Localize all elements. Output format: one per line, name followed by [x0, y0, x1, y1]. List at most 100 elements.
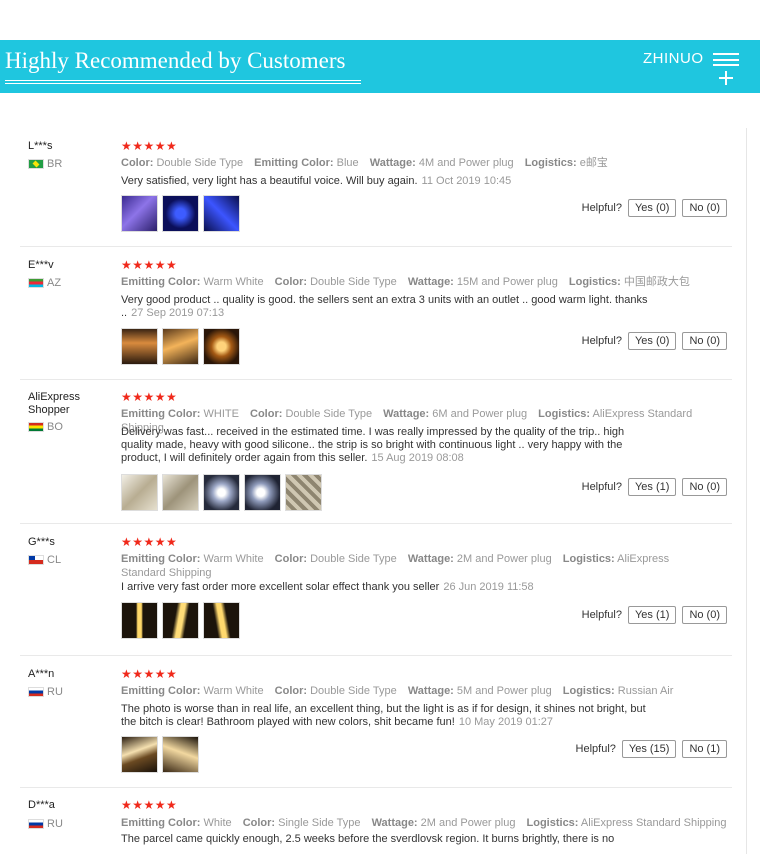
attr-label: Color:: [121, 157, 154, 169]
review-attributes: Emitting Color: Warm White Color: Double…: [121, 552, 711, 580]
attr-value: White: [203, 817, 232, 829]
plus-icon[interactable]: [719, 71, 733, 85]
attr-label: Logistics:: [562, 685, 615, 697]
flag-icon: [28, 555, 44, 565]
attr-value: Warm White: [203, 685, 264, 697]
review-attributes: Emitting Color: White Color: Single Side…: [121, 816, 731, 830]
review-photo[interactable]: [121, 474, 158, 511]
review-photo[interactable]: [203, 474, 240, 511]
review-photo[interactable]: [121, 602, 158, 639]
review-photos: [121, 195, 240, 232]
attr-label: Color:: [250, 408, 283, 420]
helpful-controls: Helpful? Yes (0) No (0): [582, 332, 727, 350]
review-photo[interactable]: [162, 195, 199, 232]
review-attributes: Emitting Color: Warm White Color: Double…: [121, 684, 731, 698]
attr-label: Emitting Color:: [121, 276, 201, 288]
review-photo[interactable]: [162, 474, 199, 511]
yes-vote-button[interactable]: Yes (1): [627, 606, 677, 624]
review-photo[interactable]: [121, 195, 158, 232]
flag-icon: [28, 159, 44, 169]
review-text: The parcel came quickly enough, 2.5 week…: [121, 833, 721, 846]
country-code: AZ: [47, 277, 62, 289]
attr-value: Double Side Type: [156, 157, 244, 169]
helpful-controls: Helpful? Yes (0) No (0): [582, 199, 727, 217]
review-item: E***v AZ ★★★★★ Emitting Color: Warm Whit…: [20, 247, 732, 380]
attr-label: Logistics:: [524, 157, 577, 169]
review-photo[interactable]: [162, 736, 199, 773]
flag-icon: [28, 687, 44, 697]
yes-vote-button[interactable]: Yes (0): [627, 199, 677, 217]
attr-label: Emitting Color:: [121, 553, 201, 565]
attr-value: Double Side Type: [310, 276, 397, 288]
review-text: Very good product .. quality is good. th…: [121, 294, 651, 320]
review-date: 11 Oct 2019 10:45: [421, 175, 512, 187]
hamburger-icon[interactable]: [713, 53, 739, 66]
attr-value: Warm White: [203, 276, 264, 288]
review-text: I arrive very fast order more excellent …: [121, 581, 651, 594]
reviewer-country: BR: [28, 158, 62, 170]
attr-label: Wattage:: [371, 817, 418, 829]
review-date: 26 Jun 2019 11:58: [443, 581, 534, 593]
reviewer-name: AliExpress Shopper: [28, 391, 80, 416]
attr-value: Double Side Type: [310, 685, 397, 697]
reviewer-name: L***s: [28, 140, 53, 152]
review-photo[interactable]: [203, 328, 240, 365]
reviewer-country: RU: [28, 686, 63, 698]
brand-name[interactable]: ZHINUO: [643, 50, 704, 67]
country-code: BR: [47, 158, 63, 170]
no-vote-button[interactable]: No (0): [682, 199, 727, 217]
star-rating: ★★★★★: [121, 139, 178, 153]
helpful-label: Helpful?: [581, 335, 622, 347]
attr-label: Color:: [274, 276, 308, 288]
review-photo[interactable]: [244, 474, 281, 511]
attr-label: Wattage:: [407, 276, 454, 288]
review-attributes: Color: Double Side Type Emitting Color: …: [121, 156, 731, 170]
no-vote-button[interactable]: No (0): [682, 332, 727, 350]
yes-vote-button[interactable]: Yes (1): [627, 478, 677, 496]
helpful-label: Helpful?: [581, 202, 622, 214]
review-photos: [121, 602, 240, 639]
yes-vote-button[interactable]: Yes (15): [621, 740, 677, 758]
review-photo[interactable]: [162, 328, 199, 365]
review-photo[interactable]: [203, 195, 240, 232]
attr-label: Logistics:: [538, 408, 591, 420]
attr-label: Logistics:: [562, 553, 615, 565]
review-item: A***n RU ★★★★★ Emitting Color: Warm Whit…: [20, 656, 732, 788]
attr-label: Emitting Color:: [121, 685, 201, 697]
yes-vote-button[interactable]: Yes (0): [627, 332, 677, 350]
review-photo[interactable]: [162, 602, 199, 639]
attr-value: 2M and Power plug: [456, 553, 552, 565]
attr-value: Blue: [336, 157, 359, 169]
review-photo[interactable]: [121, 736, 158, 773]
helpful-label: Helpful?: [575, 743, 616, 755]
review-body: The photo is worse than in real life, an…: [121, 703, 646, 728]
attr-label: Emitting Color:: [254, 157, 334, 169]
country-code: RU: [47, 818, 63, 830]
no-vote-button[interactable]: No (0): [682, 478, 727, 496]
review-date: 15 Aug 2019 08:08: [371, 452, 464, 464]
attr-value: Warm White: [203, 553, 264, 565]
star-rating: ★★★★★: [121, 535, 178, 549]
attr-label: Wattage:: [407, 685, 454, 697]
attr-label: Color:: [242, 817, 276, 829]
attr-label: Emitting Color:: [121, 408, 201, 420]
no-vote-button[interactable]: No (0): [682, 606, 727, 624]
reviewer-name: G***s: [28, 536, 55, 548]
attr-value: 5M and Power plug: [456, 685, 552, 697]
helpful-label: Helpful?: [581, 481, 622, 493]
review-item: D***a RU ★★★★★ Emitting Color: White Col…: [20, 788, 732, 854]
no-vote-button[interactable]: No (1): [682, 740, 727, 758]
country-code: CL: [47, 554, 62, 566]
review-date: 10 May 2019 01:27: [458, 716, 554, 728]
star-rating: ★★★★★: [121, 798, 178, 812]
attr-label: Logistics:: [526, 817, 579, 829]
attr-value: 中国邮政大包: [623, 276, 690, 288]
helpful-label: Helpful?: [581, 609, 622, 621]
review-body: The parcel came quickly enough, 2.5 week…: [121, 833, 615, 845]
helpful-controls: Helpful? Yes (1) No (0): [582, 478, 727, 496]
attr-value: 15M and Power plug: [456, 276, 558, 288]
review-photo[interactable]: [121, 328, 158, 365]
review-photo[interactable]: [203, 602, 240, 639]
helpful-controls: Helpful? Yes (15) No (1): [576, 740, 727, 758]
review-photo[interactable]: [285, 474, 322, 511]
